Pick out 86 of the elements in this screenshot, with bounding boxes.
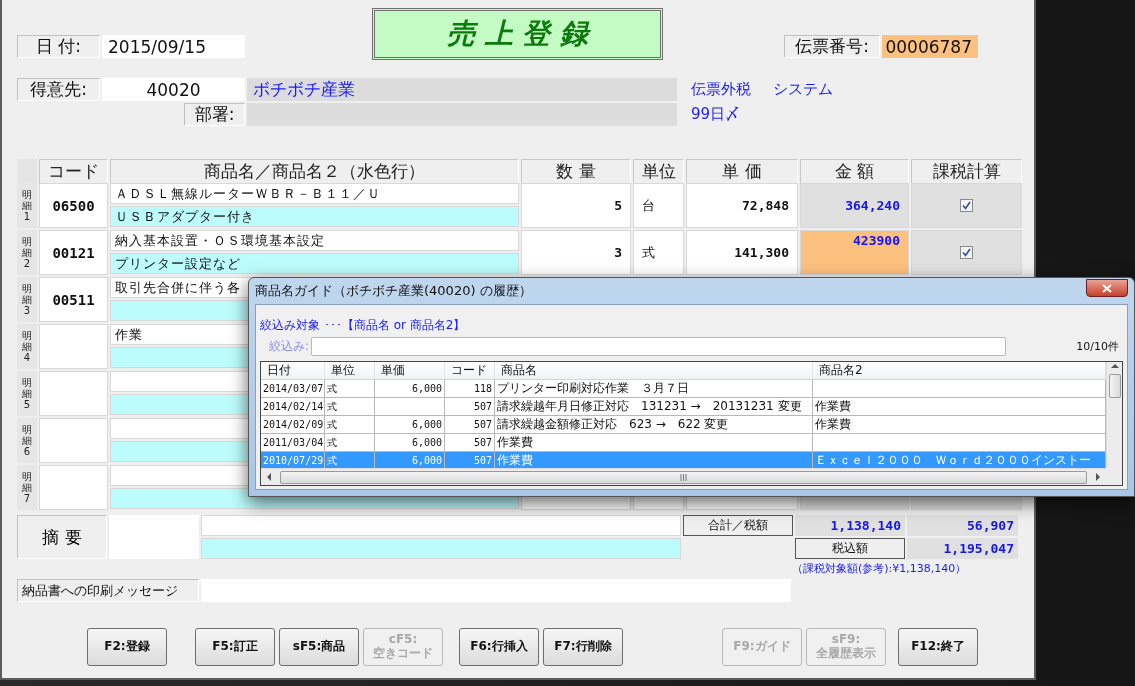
column-header: 単 価: [686, 159, 798, 184]
total-tax-label: 合計／税額: [683, 515, 793, 536]
grand-total-value: 1,195,047: [907, 538, 1018, 559]
function-key-button[interactable]: F12:終了: [898, 628, 978, 666]
quantity-cell: 5: [521, 183, 631, 228]
function-key-button[interactable]: F6:行挿入: [459, 628, 539, 666]
close-button[interactable]: [1086, 279, 1128, 297]
row-label: 明細3: [17, 277, 37, 322]
result-count: 10/10件: [1076, 338, 1119, 354]
product-name2-field[interactable]: ＵＳＢアダプター付き: [110, 206, 519, 227]
column-header[interactable]: 単位: [325, 362, 375, 379]
filter-field[interactable]: [311, 336, 1007, 356]
voucher-number-field: 00006787: [882, 35, 978, 58]
department-label: 部署:: [184, 103, 245, 126]
scroll-thumb[interactable]: [1108, 374, 1121, 398]
taxable-amount-note: （課税対象額(参考):¥1,138,140）: [792, 561, 967, 576]
remarks-field[interactable]: [201, 538, 681, 559]
amount-cell: 423900: [800, 230, 909, 275]
product-name-field[interactable]: 納入基本設置・ＯＳ環境基本設定: [110, 230, 519, 251]
scroll-left-icon[interactable]: [265, 473, 273, 481]
tax-mode-text: 伝票外税: [691, 80, 751, 99]
column-header: 商品名／商品名２（水色行）: [110, 159, 519, 184]
scroll-up-icon[interactable]: [1110, 362, 1119, 370]
tax-checkbox[interactable]: [960, 199, 973, 212]
column-header: コード: [39, 159, 108, 184]
history-row[interactable]: 2011/03/04 式 6,000 507 作業費: [261, 434, 1106, 452]
date-label: 日 付:: [17, 35, 100, 58]
date-field[interactable]: 2015/09/15: [102, 35, 245, 58]
column-header: 数 量: [521, 159, 631, 184]
column-header[interactable]: コード: [445, 362, 495, 379]
column-header: 金 額: [800, 159, 909, 184]
column-header: 課税計算: [911, 159, 1022, 184]
filter-target-text: 絞込み対象 ･･･【商品名 or 商品名2】: [260, 317, 466, 334]
unit-cell: 台: [633, 183, 684, 228]
code-cell: [39, 465, 108, 510]
horizontal-scrollbar[interactable]: [261, 468, 1106, 485]
column-header[interactable]: 商品名: [495, 362, 813, 379]
tax-value: 56,907: [907, 515, 1018, 536]
row-label: 明細2: [17, 230, 37, 275]
column-header: 単位: [633, 159, 684, 184]
row-label: 明細5: [17, 371, 37, 416]
voucher-number-label: 伝票番号:: [784, 35, 880, 58]
row-label: 明細1: [17, 183, 37, 228]
code-cell: [39, 371, 108, 416]
amount-cell: 364,240: [800, 183, 909, 228]
function-key-button[interactable]: F7:行削除: [543, 628, 623, 666]
unit-cell: 式: [633, 230, 684, 275]
print-message-label: 納品書への印刷メッセージ: [17, 579, 199, 602]
vertical-scrollbar[interactable]: [1106, 362, 1122, 468]
customer-name-field: ボチボチ産業: [247, 78, 677, 101]
close-icon: [1102, 283, 1112, 293]
row-label: 明細4: [17, 324, 37, 369]
quantity-cell: 3: [521, 230, 631, 275]
history-row[interactable]: 2014/03/07 式 6,000 118 プリンター印刷対応作業 ３月７日: [261, 380, 1106, 398]
price-cell: 72,848: [686, 183, 798, 228]
code-cell: 06500: [39, 183, 108, 228]
function-key-button[interactable]: sF5:商品: [279, 628, 359, 666]
filter-label: 絞込み:: [269, 337, 310, 355]
code-cell: [39, 324, 108, 369]
remarks-label: 摘 要: [17, 515, 107, 559]
customer-label: 得意先:: [17, 78, 100, 101]
grip-icon: [680, 473, 687, 481]
code-cell: 00511: [39, 277, 108, 322]
closing-day-text: 99日〆: [691, 105, 741, 124]
scroll-right-icon[interactable]: [1094, 473, 1102, 481]
remarks-field[interactable]: [201, 515, 681, 536]
history-row[interactable]: 2014/02/09 式 6,000 507 請求繰越金額修正対応 623 → 622 変更 作業費: [261, 416, 1106, 434]
customer-code-field[interactable]: 40020: [102, 78, 245, 101]
column-header[interactable]: 単価: [375, 362, 445, 379]
tax-checkbox[interactable]: [960, 246, 973, 259]
history-row[interactable]: 2014/02/14 式 507 請求繰越年月日修正対応 131231 → 20131231 変更 作業費: [261, 398, 1106, 416]
column-header[interactable]: 日付: [261, 362, 325, 379]
row-label: 明細7: [17, 465, 37, 510]
row-label: 明細6: [17, 418, 37, 463]
screen-title: 売 上 登 録: [372, 8, 663, 60]
code-cell: [39, 418, 108, 463]
system-text: システム: [773, 80, 833, 99]
function-key-button[interactable]: F2:登録: [87, 628, 167, 666]
dialog-title: 商品名ガイド（ボチボチ産業(40020) の履歴）: [255, 282, 532, 300]
function-key-button[interactable]: F5:訂正: [195, 628, 275, 666]
product-name-field[interactable]: ＡＤＳＬ無線ルーターＷＢＲ－Ｂ１１／Ｕ: [110, 183, 519, 204]
subtotal-value: 1,138,140: [795, 515, 905, 536]
price-cell: 141,300: [686, 230, 798, 275]
product-name2-field[interactable]: プリンター設定など: [110, 253, 519, 274]
code-cell: 00121: [39, 230, 108, 275]
grand-total-label: 税込額: [795, 538, 905, 559]
